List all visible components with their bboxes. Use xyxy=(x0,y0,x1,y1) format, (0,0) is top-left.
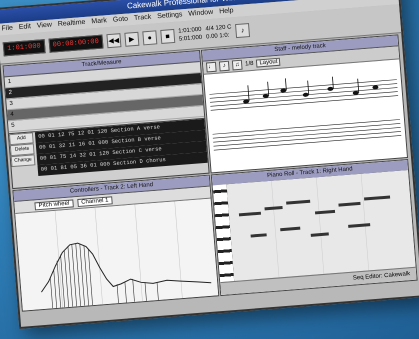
meter-info: 4/4 120 C 0.00 1:0: xyxy=(205,23,232,41)
play-icon: ▶ xyxy=(128,36,135,44)
staff-notation[interactable] xyxy=(204,59,407,172)
piano-roll-grid[interactable] xyxy=(226,170,416,282)
record-icon: ● xyxy=(147,34,153,42)
change-button[interactable]: Change xyxy=(10,154,36,168)
app-window: Cakewalk Professional for Windows 4.0 Fi… xyxy=(0,0,419,330)
tempo-value[interactable]: 0.00 1:0: xyxy=(206,31,233,41)
channel-dropdown[interactable]: Channel 1 xyxy=(76,195,113,207)
stop-button[interactable]: ■ xyxy=(160,28,176,44)
thru-value[interactable]: 5:01:000 xyxy=(179,34,203,44)
rewind-icon: ◀◀ xyxy=(108,37,120,46)
counter-display[interactable]: 1:01:000 xyxy=(2,39,46,57)
note-eighth-button[interactable]: ♫ xyxy=(231,59,243,71)
play-button[interactable]: ▶ xyxy=(124,31,140,47)
staff-pane: Staff - melody track ♩ ♪ ♫ 1/8 Layout xyxy=(200,34,409,174)
metronome-button[interactable]: ♪ xyxy=(235,23,251,39)
controllers-pane: Controllers - Track 2: Left Hand Pitch w… xyxy=(12,174,220,312)
note-half-button[interactable]: ♪ xyxy=(218,60,230,72)
layout-button[interactable]: Layout xyxy=(256,57,281,68)
piano-roll-pane: Piano Roll - Track 1: Right Hand Seq Edi… xyxy=(210,158,418,297)
record-button[interactable]: ● xyxy=(142,30,158,46)
metronome-icon: ♪ xyxy=(240,26,245,35)
note-whole-button[interactable]: ♩ xyxy=(205,61,217,73)
stop-icon: ■ xyxy=(165,32,170,41)
menu-file[interactable]: File xyxy=(1,23,13,36)
menu-edit[interactable]: Edit xyxy=(18,21,32,34)
time-display[interactable]: 00:00:00:00 xyxy=(48,34,104,53)
zoom-value[interactable]: 1/8 xyxy=(245,61,254,68)
rewind-button[interactable]: ◀◀ xyxy=(106,33,122,49)
controller-graph[interactable] xyxy=(15,198,219,311)
controller-dropdown[interactable]: Pitch wheel xyxy=(34,198,74,210)
range-info: 1:01:000 5:01:000 xyxy=(178,26,203,44)
